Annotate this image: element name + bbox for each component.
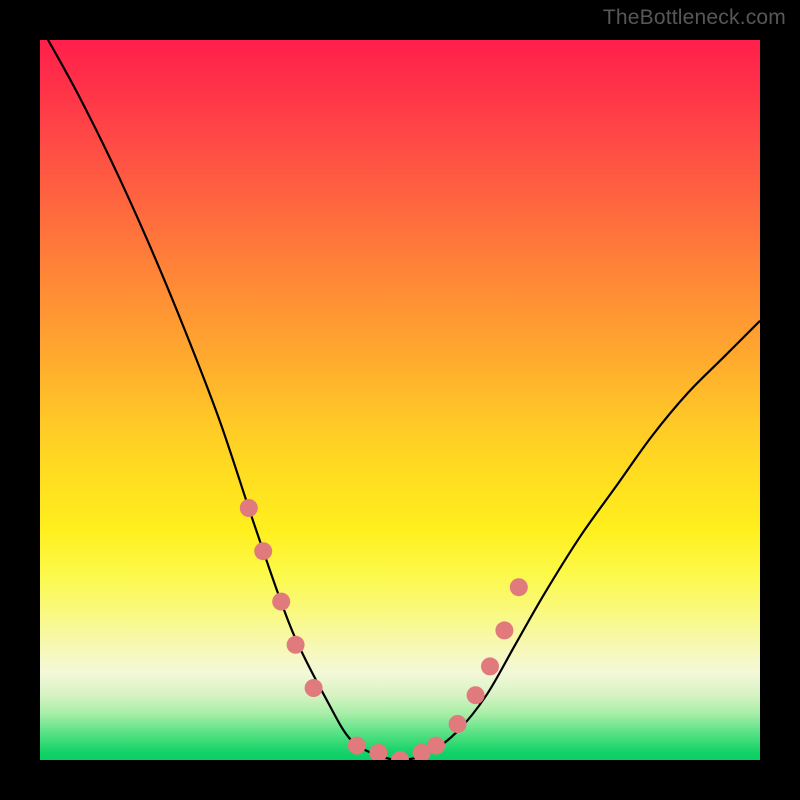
- curve-svg: [40, 40, 760, 760]
- marker-dot: [449, 715, 467, 733]
- marker-dot: [287, 636, 305, 654]
- watermark-text: TheBottleneck.com: [603, 6, 786, 30]
- marker-dot: [272, 593, 290, 611]
- marker-dot: [481, 657, 499, 675]
- marker-group: [240, 499, 528, 760]
- marker-dot: [369, 744, 387, 760]
- marker-dot: [427, 737, 445, 755]
- chart-container: TheBottleneck.com: [0, 0, 800, 800]
- marker-dot: [467, 686, 485, 704]
- marker-dot: [510, 578, 528, 596]
- marker-dot: [240, 499, 258, 517]
- bottleneck-curve: [40, 40, 760, 760]
- marker-dot: [391, 751, 409, 760]
- marker-dot: [254, 542, 272, 560]
- marker-dot: [348, 737, 366, 755]
- marker-dot: [305, 679, 323, 697]
- plot-area: [40, 40, 760, 760]
- marker-dot: [495, 621, 513, 639]
